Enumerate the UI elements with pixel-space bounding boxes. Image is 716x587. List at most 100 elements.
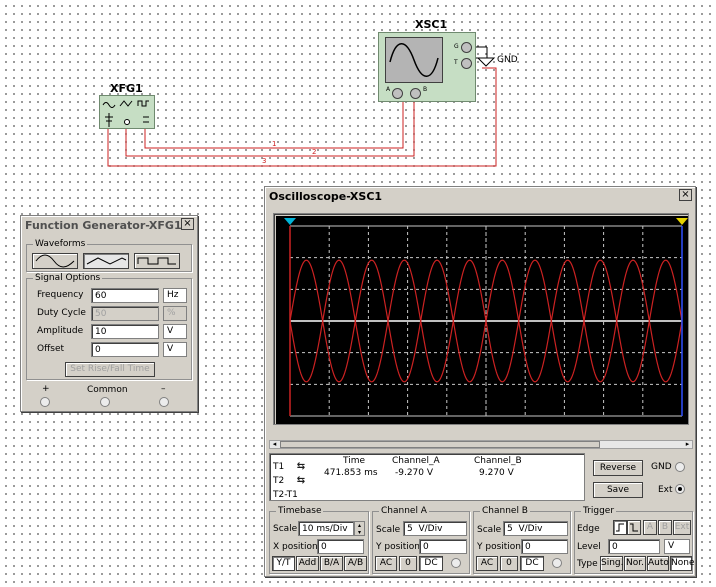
trigger-source-ext-button[interactable]: Ext	[673, 520, 691, 535]
waveform-buttons	[32, 253, 184, 269]
channel-b-ypos-input[interactable]	[521, 539, 568, 554]
trigger-single-button[interactable]: Sing.	[600, 556, 624, 571]
channel-a-header: Channel_A	[392, 456, 440, 466]
plus-terminal-label: +	[42, 384, 50, 394]
common-terminal[interactable]	[100, 397, 110, 407]
gnd-label: GND	[497, 55, 518, 65]
plus-terminal[interactable]	[40, 397, 50, 407]
scroll-thumb[interactable]	[280, 441, 600, 448]
xsc1-terminal-a-label: A	[386, 86, 391, 93]
trigger-title: Trigger	[581, 506, 617, 516]
duty-cycle-unit: %	[163, 306, 187, 321]
channel-b-ypos-label: Y position	[477, 542, 522, 552]
square-wave-button[interactable]	[134, 253, 180, 269]
add-mode-button[interactable]: Add	[296, 556, 319, 571]
minus-terminal[interactable]	[159, 397, 169, 407]
xfg1-label: XFG1	[110, 82, 143, 95]
ba-mode-button[interactable]: B/A	[320, 556, 343, 571]
xsc1-label: XSC1	[415, 18, 448, 31]
amplitude-unit[interactable]: V	[163, 324, 187, 339]
gnd-radio-label: GND	[651, 462, 672, 472]
xsc1-terminal-b[interactable]	[410, 88, 421, 99]
channel-b-scale-label: Scale	[477, 525, 502, 535]
minus-terminal-label: –	[161, 384, 166, 394]
set-rise-fall-button[interactable]: Set Rise/Fall Time	[65, 362, 155, 377]
reverse-button[interactable]: Reverse	[593, 460, 643, 476]
channel-b-negate-radio[interactable]	[552, 558, 562, 568]
offset-unit[interactable]: V	[163, 342, 187, 357]
wire-label-3: 3	[262, 157, 266, 165]
timebase-scale-label: Scale	[273, 524, 298, 534]
ext-radio[interactable]	[675, 484, 685, 494]
trigger-source-a-button[interactable]: A	[643, 520, 657, 535]
channel-b-ac-button[interactable]: AC	[476, 556, 498, 571]
wire-2[interactable]	[125, 96, 415, 157]
function-generator-close-button[interactable]: ×	[181, 218, 194, 230]
wire-label-2: 2	[312, 148, 316, 156]
scope-scrollbar[interactable]: ◂ ▸	[269, 440, 693, 449]
channel-a-negate-radio[interactable]	[451, 558, 461, 568]
timebase-scale-input[interactable]	[298, 521, 354, 536]
channel-b-title: Channel B	[480, 506, 530, 516]
falling-edge-button[interactable]	[627, 520, 641, 535]
triangle-wave-icon	[86, 257, 127, 265]
xsc1-terminal-t-label: T	[454, 59, 458, 66]
save-button[interactable]: Save	[593, 482, 643, 498]
rising-edge-icon	[616, 523, 624, 532]
trigger-auto-button[interactable]: Auto	[647, 556, 669, 571]
t2-label: T2	[273, 476, 285, 486]
xsc1-mini-wave	[389, 43, 439, 77]
xsc1-terminal-g-label: G	[454, 43, 459, 50]
ab-mode-button[interactable]: A/B	[344, 556, 367, 571]
frequency-input[interactable]	[91, 288, 159, 303]
scroll-right-icon[interactable]: ▸	[683, 441, 692, 448]
timebase-title: Timebase	[276, 506, 324, 516]
t1-channel-b-value: 9.270 V	[479, 468, 514, 478]
sine-wave-button[interactable]	[32, 253, 78, 269]
xsc1-component[interactable]: G T A B	[378, 32, 476, 102]
scope-screen[interactable]	[276, 216, 688, 424]
triangle-wave-button[interactable]	[83, 253, 129, 269]
channel-a-dc-button[interactable]: DC	[419, 556, 443, 571]
offset-input[interactable]	[91, 342, 159, 357]
frequency-unit[interactable]: Hz	[163, 288, 187, 303]
xsc1-terminal-g[interactable]	[461, 42, 472, 53]
yt-mode-button[interactable]: Y/T	[272, 556, 295, 571]
t1-channel-a-value: -9.270 V	[395, 468, 434, 478]
trigger-source-b-button[interactable]: B	[658, 520, 672, 535]
rising-edge-button[interactable]	[613, 520, 627, 535]
channel-a-scale-label: Scale	[376, 525, 401, 535]
channel-a-zero-button[interactable]: 0	[399, 556, 417, 571]
trigger-level-input[interactable]	[608, 539, 660, 554]
wire-label-1: 1	[272, 140, 276, 148]
trigger-edge-label: Edge	[577, 524, 600, 534]
scope-background	[276, 216, 688, 424]
trigger-none-button[interactable]: None	[670, 556, 694, 571]
channel-a-ypos-label: Y position	[376, 542, 421, 552]
function-generator-window[interactable]: Function Generator-XFG1 × Waveforms Sign…	[20, 215, 198, 412]
trigger-level-unit[interactable]: V	[664, 539, 690, 554]
channel-a-scale-input[interactable]	[403, 521, 467, 536]
amplitude-input[interactable]	[91, 324, 159, 339]
xfg1-glyphs	[102, 100, 149, 127]
xsc1-terminal-t[interactable]	[461, 58, 472, 69]
gnd-radio[interactable]	[675, 462, 685, 472]
channel-b-zero-button[interactable]: 0	[500, 556, 518, 571]
oscilloscope-close-button[interactable]: ×	[679, 189, 692, 201]
xfg1-component[interactable]	[99, 95, 155, 129]
channel-a-ypos-input[interactable]	[419, 539, 467, 554]
sine-wave-icon	[35, 254, 75, 268]
t1-arrows-icon[interactable]: ⇆	[289, 462, 313, 473]
channel-a-ac-button[interactable]: AC	[375, 556, 397, 571]
oscilloscope-window[interactable]: Oscilloscope-XSC1 × ◂ ▸ T1 ⇆ T2 ⇆ T2-T1 …	[264, 186, 696, 577]
timebase-spinner-icon[interactable]: ▴ ▾	[354, 521, 365, 536]
t2-arrows-icon[interactable]: ⇆	[289, 476, 313, 487]
xsc1-terminal-a[interactable]	[392, 88, 403, 99]
trigger-normal-button[interactable]: Nor.	[624, 556, 646, 571]
timebase-xpos-input[interactable]	[317, 539, 364, 554]
xsc1-terminal-b-label: B	[423, 86, 428, 93]
scroll-left-icon[interactable]: ◂	[270, 441, 279, 448]
channel-b-scale-input[interactable]	[503, 521, 568, 536]
falling-edge-icon	[630, 523, 638, 532]
channel-b-dc-button[interactable]: DC	[520, 556, 544, 571]
